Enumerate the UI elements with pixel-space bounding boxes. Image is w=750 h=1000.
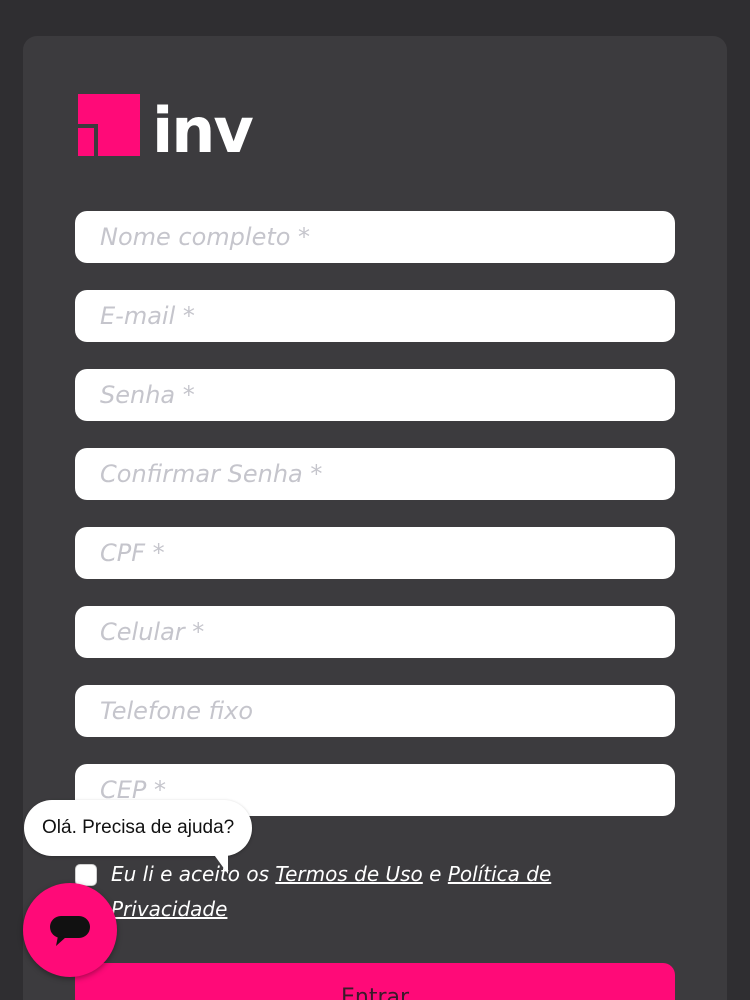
signup-page: inv Eu li e aceito os Termos de Uso e Po…	[0, 0, 750, 1000]
privacy-link-line1[interactable]: Política de	[448, 862, 551, 886]
brand-logo: inv	[78, 92, 254, 162]
terms-connector: e	[429, 862, 442, 886]
terms-text: Eu li e aceito os Termos de Uso e Políti…	[111, 857, 551, 927]
terms-of-use-link[interactable]: Termos de Uso	[275, 862, 422, 886]
terms-checkbox[interactable]	[75, 864, 97, 886]
confirm-password-input[interactable]	[75, 448, 675, 500]
chat-bubble-icon	[50, 916, 90, 946]
landline-phone-input[interactable]	[75, 685, 675, 737]
mobile-phone-input[interactable]	[75, 606, 675, 658]
submit-button[interactable]: Entrar	[75, 963, 675, 1000]
chat-launcher-button[interactable]	[23, 883, 117, 977]
privacy-link-line2[interactable]: Privacidade	[111, 897, 227, 921]
email-input[interactable]	[75, 290, 675, 342]
terms-row: Eu li e aceito os Termos de Uso e Políti…	[75, 860, 675, 927]
cpf-input[interactable]	[75, 527, 675, 579]
chat-greeting-text: Olá. Precisa de ajuda?	[42, 817, 235, 838]
full-name-input[interactable]	[75, 211, 675, 263]
chat-greeting-bubble[interactable]: Olá. Precisa de ajuda?	[24, 800, 253, 856]
terms-prefix: Eu li e aceito os	[111, 862, 270, 886]
password-input[interactable]	[75, 369, 675, 421]
brand-mark-icon	[78, 94, 140, 156]
brand-name: inv	[152, 94, 254, 167]
chat-bubble-tail	[212, 852, 228, 874]
